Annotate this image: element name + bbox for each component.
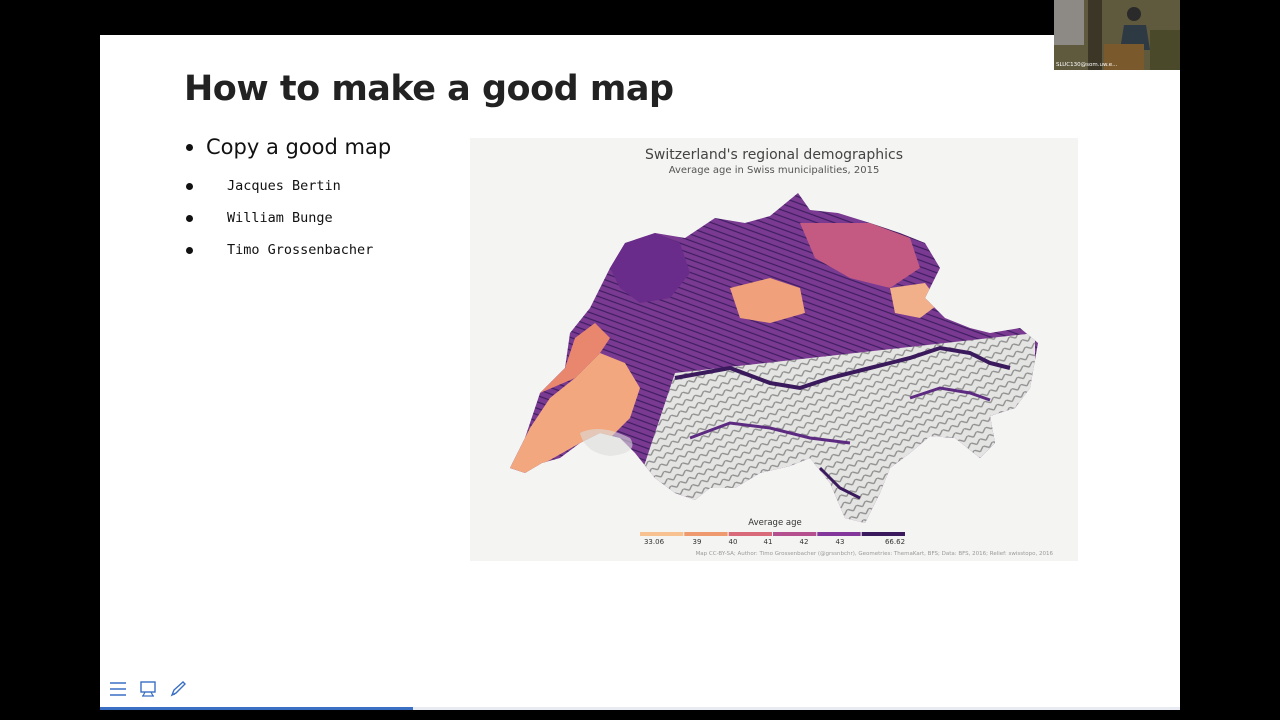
bullet-text: Copy a good map <box>206 135 392 159</box>
map-title: Switzerland's regional demographics <box>644 147 903 163</box>
sub-bullet-item: Timo Grossenbacher <box>186 242 373 258</box>
legend-label: 43 <box>835 538 845 546</box>
menu-icon[interactable] <box>108 679 128 699</box>
legend-bar <box>640 532 905 536</box>
sub-bullet-item: Jacques Bertin <box>186 178 341 194</box>
map-credit: Map CC-BY-SA; Author: Timo Grossenbacher… <box>695 551 1053 557</box>
map-image: Switzerland's regional demographics Aver… <box>470 138 1078 561</box>
legend-label: 33.06 <box>643 538 665 546</box>
map-subtitle: Average age in Swiss municipalities, 201… <box>668 165 880 176</box>
bullet-dot <box>186 182 193 190</box>
legend-swatch <box>640 532 684 536</box>
sub-bullet-text: William Bunge <box>227 210 333 226</box>
legend-label: 41 <box>763 538 773 546</box>
legend-swatch <box>728 532 772 536</box>
legend-label: 40 <box>728 538 738 546</box>
legend-title: Average age <box>748 518 802 528</box>
bullet-dot <box>186 214 193 222</box>
legend-label: 39 <box>692 538 702 546</box>
webcam-label: SLUC130@som.uw.e... <box>1056 62 1118 68</box>
slide-toolbar <box>108 679 188 699</box>
bullet-dot <box>186 246 193 254</box>
slide: How to make a good map Copy a good map J… <box>100 35 1180 710</box>
speaker-video <box>1054 0 1180 70</box>
bullet-dot <box>186 143 193 151</box>
sub-bullet-item: William Bunge <box>186 210 333 226</box>
bullet-item: Copy a good map <box>186 135 391 159</box>
speaker-webcam: SLUC130@som.uw.e... <box>1054 0 1180 70</box>
legend-swatch <box>684 532 728 536</box>
slide-title: How to make a good map <box>184 69 674 109</box>
legend-swatch <box>817 532 861 536</box>
progress-bar <box>100 707 414 710</box>
sub-bullet-text: Timo Grossenbacher <box>227 242 374 258</box>
legend-swatch <box>773 532 817 536</box>
legend-swatch <box>861 532 905 536</box>
sub-bullet-text: Jacques Bertin <box>227 178 341 194</box>
legend-label: 42 <box>799 538 809 546</box>
pen-icon[interactable] <box>168 679 188 699</box>
switzerland-map <box>510 193 1038 523</box>
slides-icon[interactable] <box>138 679 158 699</box>
legend-label: 66.62 <box>884 538 906 546</box>
